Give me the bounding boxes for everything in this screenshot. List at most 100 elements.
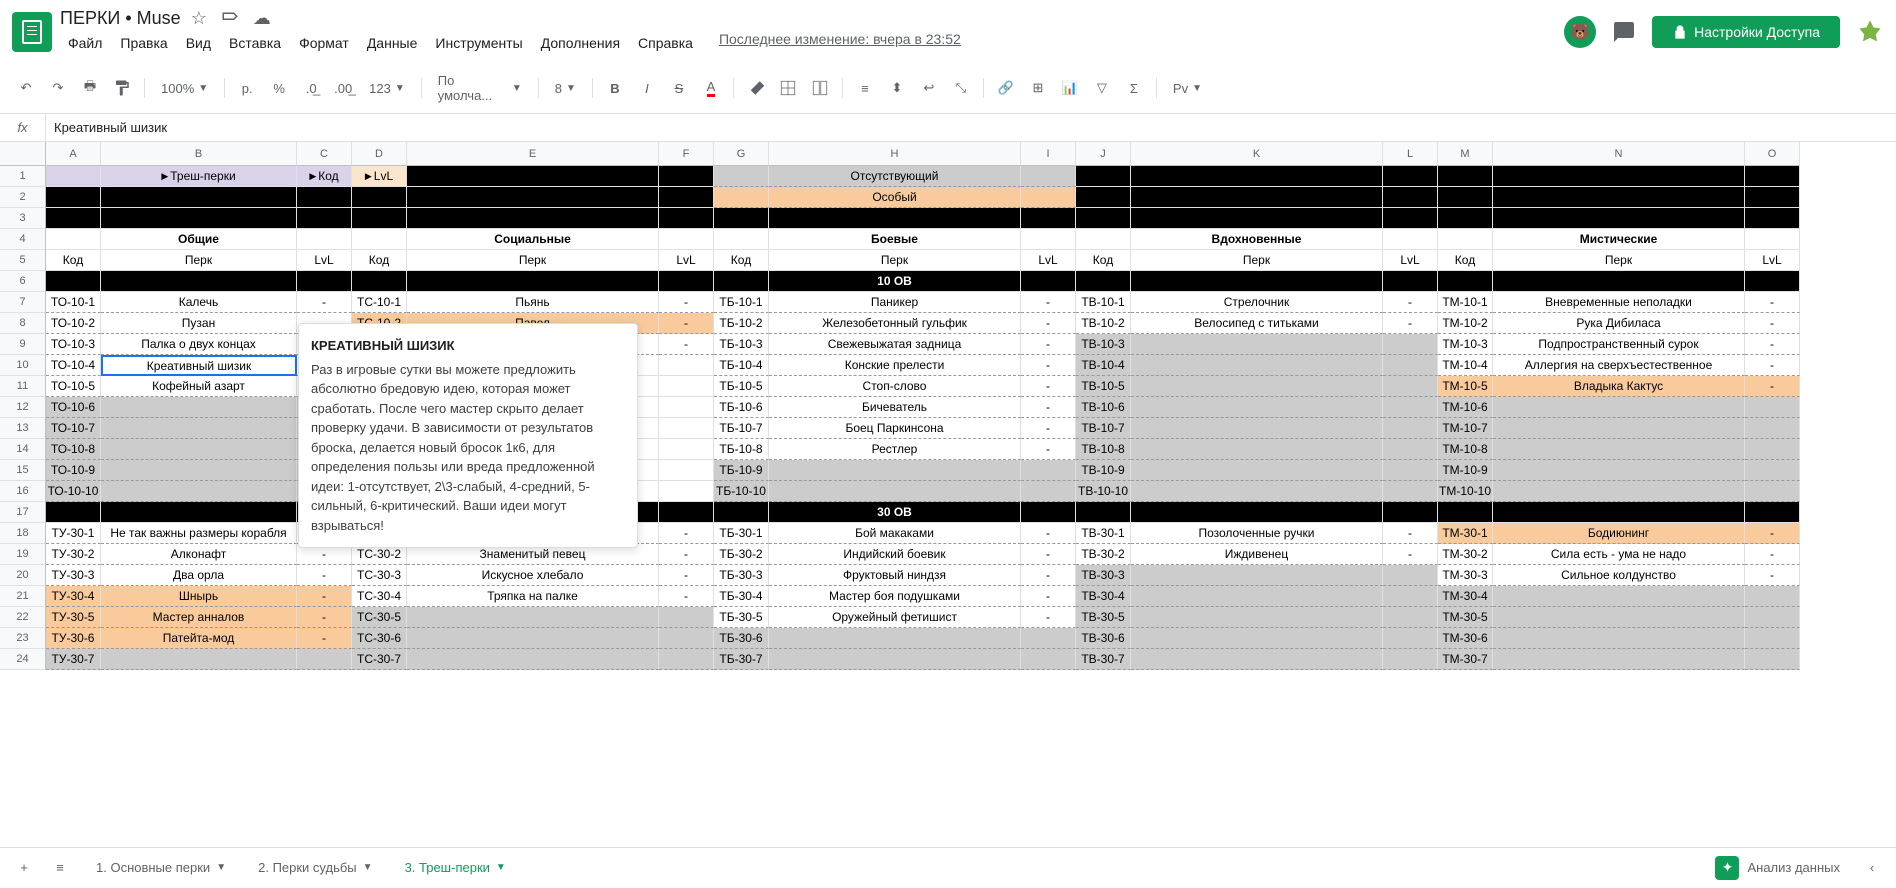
cell[interactable] (659, 439, 714, 460)
lvl-cell[interactable] (1383, 586, 1438, 607)
code-cell[interactable]: ТМ-30-5 (1438, 607, 1493, 628)
code-cell[interactable]: ТВ-10-10 (1076, 481, 1131, 502)
lvl-cell[interactable] (1383, 376, 1438, 397)
lvl-cell[interactable]: - (297, 565, 352, 586)
code-cell[interactable]: ТБ-10-1 (714, 292, 769, 313)
perk-cell[interactable]: Креативный шизик (101, 355, 297, 376)
lvl-cell[interactable]: - (1745, 544, 1800, 565)
lvl-cell[interactable]: - (1745, 376, 1800, 397)
collaborator-avatar[interactable]: 🐻 (1564, 16, 1596, 48)
perk-cell[interactable]: Тряпка на палке (407, 586, 659, 607)
cell[interactable] (659, 502, 714, 523)
cell[interactable] (1076, 187, 1131, 208)
code-cell[interactable]: ТБ-10-6 (714, 397, 769, 418)
perk-cell[interactable]: Сила есть - ума не надо (1493, 544, 1745, 565)
code-cell[interactable]: ТО-10-2 (46, 313, 101, 334)
lvl-cell[interactable] (297, 649, 352, 670)
cell[interactable] (659, 397, 714, 418)
perk-cell[interactable] (1493, 418, 1745, 439)
side-panel-icon[interactable]: ‹ (1856, 852, 1888, 884)
perk-cell[interactable]: Бодиюнинг (1493, 523, 1745, 544)
lvl-cell[interactable]: - (297, 292, 352, 313)
lvl-cell[interactable]: - (1745, 565, 1800, 586)
perk-cell[interactable]: Стрелочник (1131, 292, 1383, 313)
lvl-cell[interactable] (1383, 460, 1438, 481)
code-cell[interactable]: ТО-10-8 (46, 439, 101, 460)
lvl-cell[interactable]: - (1383, 544, 1438, 565)
lvl-cell[interactable]: - (1021, 418, 1076, 439)
sub-perk[interactable]: Перк (769, 250, 1021, 271)
lvl-cell[interactable]: - (659, 586, 714, 607)
lvl-cell[interactable] (1383, 355, 1438, 376)
perk-cell[interactable] (769, 649, 1021, 670)
code-cell[interactable]: ТО-10-10 (46, 481, 101, 502)
cell[interactable] (659, 481, 714, 502)
lvl-cell[interactable] (1745, 649, 1800, 670)
lvl-cell[interactable]: - (1021, 565, 1076, 586)
cell[interactable] (714, 187, 769, 208)
perk-cell[interactable] (769, 481, 1021, 502)
decrease-decimal-icon[interactable]: .0̲ (297, 74, 325, 102)
cell[interactable] (297, 229, 352, 250)
formula-input[interactable]: Креативный шизик (46, 120, 1896, 135)
sub-code[interactable]: Код (714, 250, 769, 271)
perk-cell[interactable] (1493, 439, 1745, 460)
font-select[interactable]: По умолча... ▼ (430, 69, 530, 107)
sub-lvl[interactable]: LvL (297, 250, 352, 271)
cell[interactable] (1745, 187, 1800, 208)
cell[interactable] (1021, 208, 1076, 229)
cell[interactable] (46, 187, 101, 208)
lvl-cell[interactable]: - (1021, 523, 1076, 544)
cell[interactable] (1438, 166, 1493, 187)
perk-cell[interactable]: Аллергия на сверхъестественное (1493, 355, 1745, 376)
cell[interactable] (1745, 166, 1800, 187)
perk-cell[interactable] (1131, 460, 1383, 481)
percent-icon[interactable]: % (265, 74, 293, 102)
cell[interactable] (659, 166, 714, 187)
code-cell[interactable]: ТБ-10-10 (714, 481, 769, 502)
italic-icon[interactable]: I (633, 74, 661, 102)
cell[interactable] (1383, 187, 1438, 208)
lvl-cell[interactable] (1383, 334, 1438, 355)
lvl-cell[interactable] (1383, 481, 1438, 502)
code-cell[interactable]: ТВ-10-1 (1076, 292, 1131, 313)
perk-cell[interactable] (407, 649, 659, 670)
category-3[interactable]: Вдохновенные (1131, 229, 1383, 250)
perk-cell[interactable]: Кофейный азарт (101, 376, 297, 397)
col-header-K[interactable]: K (1131, 142, 1383, 166)
cell[interactable] (407, 166, 659, 187)
sub-perk[interactable]: Перк (1131, 250, 1383, 271)
sub-code[interactable]: Код (352, 250, 407, 271)
col-header-G[interactable]: G (714, 142, 769, 166)
perk-cell[interactable]: Подпространственный сурок (1493, 334, 1745, 355)
cell[interactable] (714, 502, 769, 523)
code-cell[interactable]: ТС-30-7 (352, 649, 407, 670)
sub-lvl[interactable]: LvL (1383, 250, 1438, 271)
perk-cell[interactable] (1131, 565, 1383, 586)
cell[interactable] (1383, 166, 1438, 187)
perk-cell[interactable] (1131, 439, 1383, 460)
perk-cell[interactable] (1131, 418, 1383, 439)
perk-cell[interactable] (407, 628, 659, 649)
perk-cell[interactable] (101, 649, 297, 670)
sheets-logo[interactable] (12, 12, 52, 52)
code-cell[interactable]: ТО-10-6 (46, 397, 101, 418)
category-4[interactable]: Мистические (1493, 229, 1745, 250)
lvl-cell[interactable] (1383, 439, 1438, 460)
all-sheets-icon[interactable]: ≡ (44, 852, 76, 884)
lvl-cell[interactable] (1021, 628, 1076, 649)
lvl-cell[interactable] (1745, 460, 1800, 481)
lvl-cell[interactable] (1383, 628, 1438, 649)
code-cell[interactable]: ТМ-10-1 (1438, 292, 1493, 313)
code-cell[interactable]: ТБ-30-2 (714, 544, 769, 565)
col-header-I[interactable]: I (1021, 142, 1076, 166)
perk-cell[interactable]: Паникер (769, 292, 1021, 313)
cell[interactable] (1383, 229, 1438, 250)
increase-decimal-icon[interactable]: .00̲ (329, 74, 357, 102)
editing-mode[interactable]: Pv ▼ (1165, 77, 1210, 100)
lvl-cell[interactable] (1383, 397, 1438, 418)
cell[interactable] (1438, 502, 1493, 523)
lvl-cell[interactable] (1383, 565, 1438, 586)
cell[interactable] (1438, 187, 1493, 208)
section-30ob[interactable]: 30 ОВ (769, 502, 1021, 523)
